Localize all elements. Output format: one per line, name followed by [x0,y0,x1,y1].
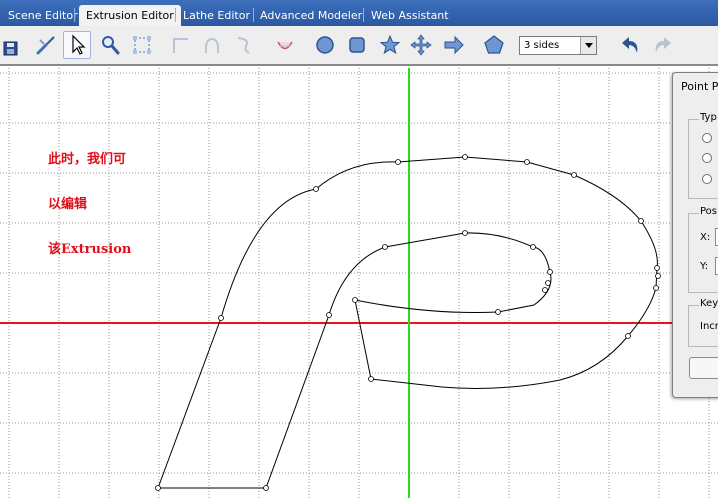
control-point[interactable] [313,186,319,192]
editor-tab-bar: Scene Editor Extrusion Editor Lathe Edit… [0,0,718,26]
corner-icon [173,38,188,53]
control-point[interactable] [638,218,644,224]
tab-web-assistant[interactable]: Web Assistant [364,5,456,26]
redo-button[interactable] [648,31,676,59]
smile-icon [277,41,293,50]
corner-point-button[interactable] [166,31,194,59]
circle-shape-icon [316,36,334,54]
annotation-note: 此时，我们可 以编辑 该Extrusion [48,122,131,287]
curve-icon [237,37,250,54]
tab-advanced-modeler[interactable]: Advanced Modeler [253,5,369,26]
undo-button[interactable] [617,31,645,59]
control-point[interactable] [542,287,548,293]
pentagon-shape-icon [484,35,504,54]
control-point[interactable] [495,309,501,315]
control-point[interactable] [655,273,661,279]
box-select-button[interactable] [128,31,156,59]
arc-point-button[interactable] [198,31,226,59]
arrow-shape-button[interactable] [440,31,468,59]
control-point[interactable] [326,312,332,318]
box-select-icon [133,36,151,54]
control-point[interactable] [524,159,530,165]
cross-arrows-icon [410,34,432,56]
point-type-label: Typ [699,112,718,123]
arrow-shape-icon [444,35,464,55]
square-shape-button[interactable] [343,31,371,59]
circle-shape-button[interactable] [311,31,339,59]
save-button[interactable] [0,31,22,59]
star-shape-icon [379,34,401,55]
panel-action-button[interactable] [689,357,718,379]
polygon-shape-button[interactable] [480,31,508,59]
control-point[interactable] [625,333,631,339]
panel-title: Point P [681,80,718,93]
zoom-tool-button[interactable] [96,31,124,59]
control-point[interactable] [352,297,358,303]
cross-shape-button[interactable] [407,31,435,59]
control-point[interactable] [218,315,224,321]
tab-lathe-editor[interactable]: Lathe Editor [176,5,257,26]
control-point[interactable] [263,485,269,491]
position-label: Pos [699,206,718,217]
control-point[interactable] [545,280,551,286]
control-point[interactable] [462,154,468,160]
zoom-icon [102,36,120,55]
polygon-sides-value: 3 sides [524,40,560,51]
tab-divider [74,8,75,22]
point-properties-panel: Point P Typ Pos X: Y: Key Incr [672,72,718,398]
paint-tool-button[interactable] [32,31,60,59]
control-point[interactable] [530,244,536,250]
chevron-down-icon[interactable] [580,37,596,54]
control-point[interactable] [462,230,468,236]
point-type-radio[interactable] [702,133,712,143]
undo-icon [622,37,638,53]
extrusion-editor-window: Scene Editor Extrusion Editor Lathe Edit… [0,0,718,498]
point-type-radio[interactable] [702,153,712,163]
control-point[interactable] [368,376,374,382]
point-type-radio[interactable] [702,174,712,184]
control-point[interactable] [654,265,660,271]
select-tool-button[interactable] [63,31,91,59]
annotation-line: 该Extrusion [48,242,132,257]
control-point[interactable] [547,269,553,275]
x-label: X: [700,232,711,243]
control-point[interactable] [382,244,388,250]
keyboard-label: Key [699,298,718,309]
annotation-line: 以编辑 [48,197,88,212]
control-point[interactable] [571,172,577,178]
increment-label: Incr [700,321,718,332]
brush-icon [36,36,55,55]
tab-scene-editor[interactable]: Scene Editor [1,5,85,26]
position-group [688,213,718,293]
control-point[interactable] [395,159,401,165]
annotation-line: 此时，我们可 [48,152,127,167]
smooth-curve-button[interactable] [271,31,299,59]
save-icon [3,41,18,56]
polygon-sides-select[interactable]: 3 sides [519,36,597,55]
toolbar: 3 sides [0,26,718,66]
redo-icon [655,37,671,53]
curve-point-button[interactable] [230,31,258,59]
square-shape-icon [349,37,365,53]
y-label: Y: [700,261,709,272]
arrow-select-icon [72,34,86,55]
control-point[interactable] [653,285,659,291]
arc-icon [204,37,220,54]
control-point[interactable] [155,485,161,491]
tab-extrusion-editor[interactable]: Extrusion Editor [79,5,181,26]
star-shape-button[interactable] [376,31,404,59]
